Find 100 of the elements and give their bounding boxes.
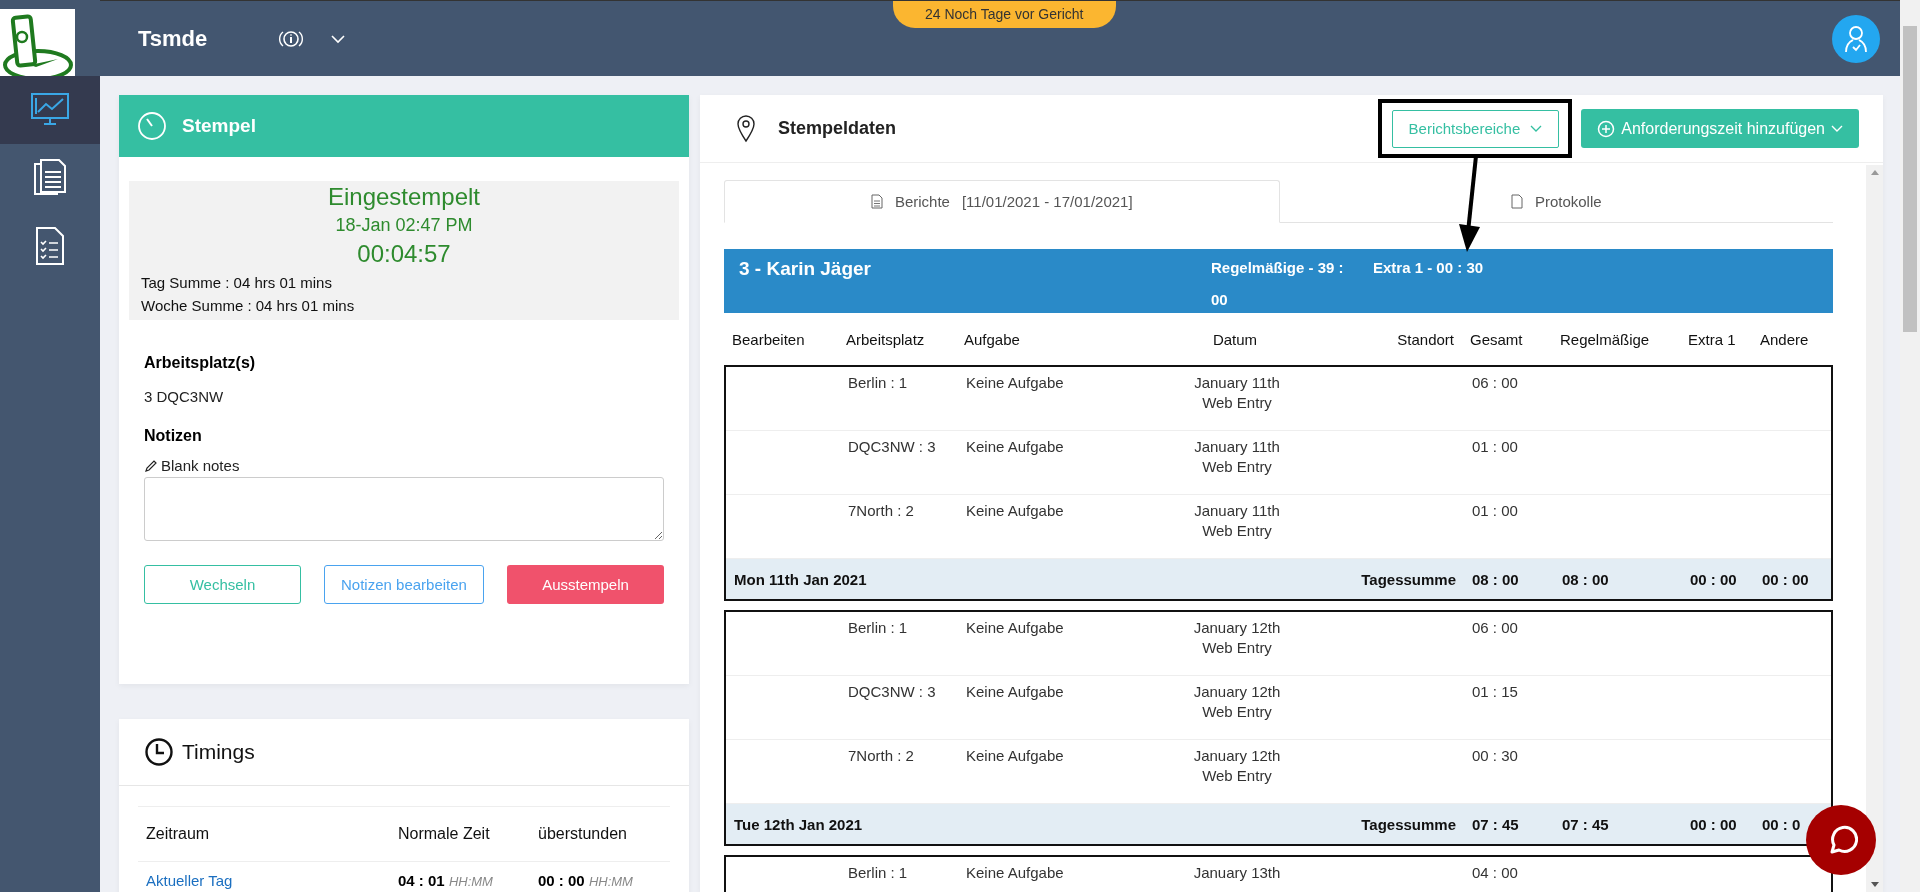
checklist-icon — [35, 226, 65, 266]
table-cell-text: Berlin : 1 — [847, 374, 909, 393]
column-header: Andere — [1759, 330, 1810, 348]
clock-in-time: 18-Jan 02:47 PM — [334, 215, 474, 236]
info-icon[interactable] — [278, 28, 304, 49]
add-request-time-button[interactable]: Anforderungszeit hinzufügen — [1581, 109, 1859, 148]
monitor-chart-icon — [30, 92, 70, 128]
scrollbar[interactable] — [1866, 165, 1883, 892]
chevron-down-icon — [1530, 124, 1543, 133]
days-banner: 24 Noch Tage vor Gericht — [893, 1, 1116, 28]
card-title: Timings — [182, 740, 255, 764]
summary-cell-text: 00 : 00 — [1689, 815, 1738, 833]
table-cell-text: Keine Aufgabe — [965, 374, 1065, 393]
summary-cell-text: 07 : 45 — [1561, 815, 1610, 833]
column-header: Datum — [1211, 330, 1259, 348]
summary-date: Tue 12th Jan 2021 — [733, 815, 864, 833]
table-cell-text: Keine Aufgabe — [965, 502, 1065, 521]
column-header: Aufgabe — [963, 330, 1021, 348]
period-link[interactable]: Aktueller Tag — [138, 862, 390, 892]
column-header: überstunden — [530, 807, 670, 862]
table-cell: January 12th — [1193, 619, 1281, 636]
table-cell-text: Berlin : 1 — [847, 619, 909, 638]
location-pin-icon — [736, 114, 756, 143]
summary-label: Tagessumme — [1360, 815, 1457, 833]
plus-circle-icon — [1597, 119, 1616, 138]
table-cell-text: 7North : 2 — [847, 502, 915, 521]
week-total: Woche Summe : 04 hrs 01 mins — [141, 297, 356, 314]
workplace-value: 3 DQC3NW — [144, 388, 225, 405]
notes-field[interactable] — [144, 477, 664, 541]
user-avatar[interactable] — [1832, 14, 1880, 63]
workplace-label: Arbeitsplatz(s) — [144, 354, 257, 372]
tab[interactable]: Berichte [11/01/2021 - 17/01/2021] — [724, 180, 1280, 223]
summary-cell-text: 07 : 45 — [1471, 815, 1520, 833]
pencil-icon — [144, 458, 158, 473]
time-unit: HH:MM — [588, 874, 633, 889]
table-cell-text: DQC3NW : 3 — [847, 683, 937, 702]
summary-date: Mon 11th Jan 2021 — [733, 570, 868, 588]
summary-cell-text: 08 : 00 — [1471, 570, 1520, 588]
table-cell: January 11th — [1194, 438, 1280, 455]
table-cell: January 13th — [1193, 864, 1281, 881]
table-cell: Web Entry — [1202, 639, 1272, 656]
column-header: Normale Zeit — [390, 807, 530, 862]
card-title: Stempel — [182, 115, 256, 137]
table-cell-text: 06 : 00 — [1471, 374, 1519, 393]
elapsed-timer: 00:04:57 — [356, 240, 452, 268]
column-header: Zeitraum — [138, 807, 390, 862]
overtime: 00 : 00 — [538, 872, 585, 889]
document-icon — [870, 194, 883, 209]
stopwatch-icon — [136, 110, 168, 142]
clock-out-button[interactable]: Ausstempeln — [507, 565, 664, 604]
table-cell-text: Keine Aufgabe — [965, 619, 1065, 638]
table-cell-text: 01 : 00 — [1471, 502, 1519, 521]
table-cell-text: 01 : 00 — [1471, 438, 1519, 457]
table-cell: Web Entry — [1202, 767, 1272, 784]
column-header: Bearbeiten — [731, 330, 806, 348]
scroll-down-icon[interactable] — [1869, 882, 1880, 888]
app-name: Tsmde — [138, 25, 209, 52]
user-icon — [1843, 24, 1869, 53]
time-unit: HH:MM — [448, 874, 493, 889]
employee-name: 3 - Karin Jäger — [739, 257, 872, 281]
table-cell: January 11th — [1194, 502, 1280, 519]
normal-time: 04 : 01 — [398, 872, 445, 889]
tab[interactable]: Protokolle — [1279, 180, 1833, 222]
status-text: Eingestempelt — [326, 183, 482, 211]
table-cell-text: 7North : 2 — [847, 747, 915, 766]
table-cell: Web Entry — [1202, 394, 1272, 411]
chevron-down-icon — [1831, 124, 1843, 133]
summary-label: Tagessumme — [1360, 570, 1457, 588]
table-cell: Web Entry — [1202, 522, 1272, 539]
sidebar-item[interactable] — [0, 76, 100, 144]
column-header: Regelmäßige — [1559, 330, 1651, 348]
table-cell-text: Berlin : 1 — [847, 864, 909, 883]
scrollbar[interactable] — [1900, 0, 1920, 892]
report-range-dropdown[interactable]: Berichtsbereiche — [1391, 109, 1560, 148]
regular-hours: Regelmäßige - 39 : 00 — [1211, 258, 1345, 310]
summary-cell-text: 00 : 00 — [1761, 570, 1810, 588]
chevron-down-icon[interactable] — [330, 33, 346, 44]
table-cell-text: Keine Aufgabe — [965, 747, 1065, 766]
documents-icon — [33, 158, 67, 198]
switch-button[interactable]: Wechseln — [144, 565, 301, 604]
table-cell-text: 00 : 30 — [1471, 747, 1519, 766]
table-cell: January 12th — [1193, 683, 1281, 700]
scroll-thumb[interactable] — [1903, 26, 1917, 332]
column-header: Standort — [1396, 330, 1455, 348]
table-cell-text: DQC3NW : 3 — [847, 438, 937, 457]
table-cell: January 12th — [1193, 747, 1281, 764]
extra-hours: Extra 1 - 00 : 30 — [1373, 258, 1484, 278]
notes-label: Notizen — [144, 427, 203, 445]
table-cell-text: 04 : 00 — [1471, 864, 1519, 883]
edit-notes-button[interactable]: Notizen bearbeiten — [324, 565, 484, 604]
notes-hint: Blank notes — [161, 457, 240, 474]
day-total: Tag Summe : 04 hrs 01 mins — [141, 274, 333, 291]
summary-cell-text: 08 : 00 — [1561, 570, 1610, 588]
table-cell-text: 01 : 15 — [1471, 683, 1519, 702]
document-icon — [1510, 193, 1523, 209]
table-cell-text: Keine Aufgabe — [965, 438, 1065, 457]
summary-cell-text: 00 : 00 — [1689, 570, 1738, 588]
table-cell-text: Keine Aufgabe — [965, 683, 1065, 702]
table-cell: January 11th — [1194, 374, 1280, 391]
table-cell: Web Entry — [1202, 703, 1272, 720]
